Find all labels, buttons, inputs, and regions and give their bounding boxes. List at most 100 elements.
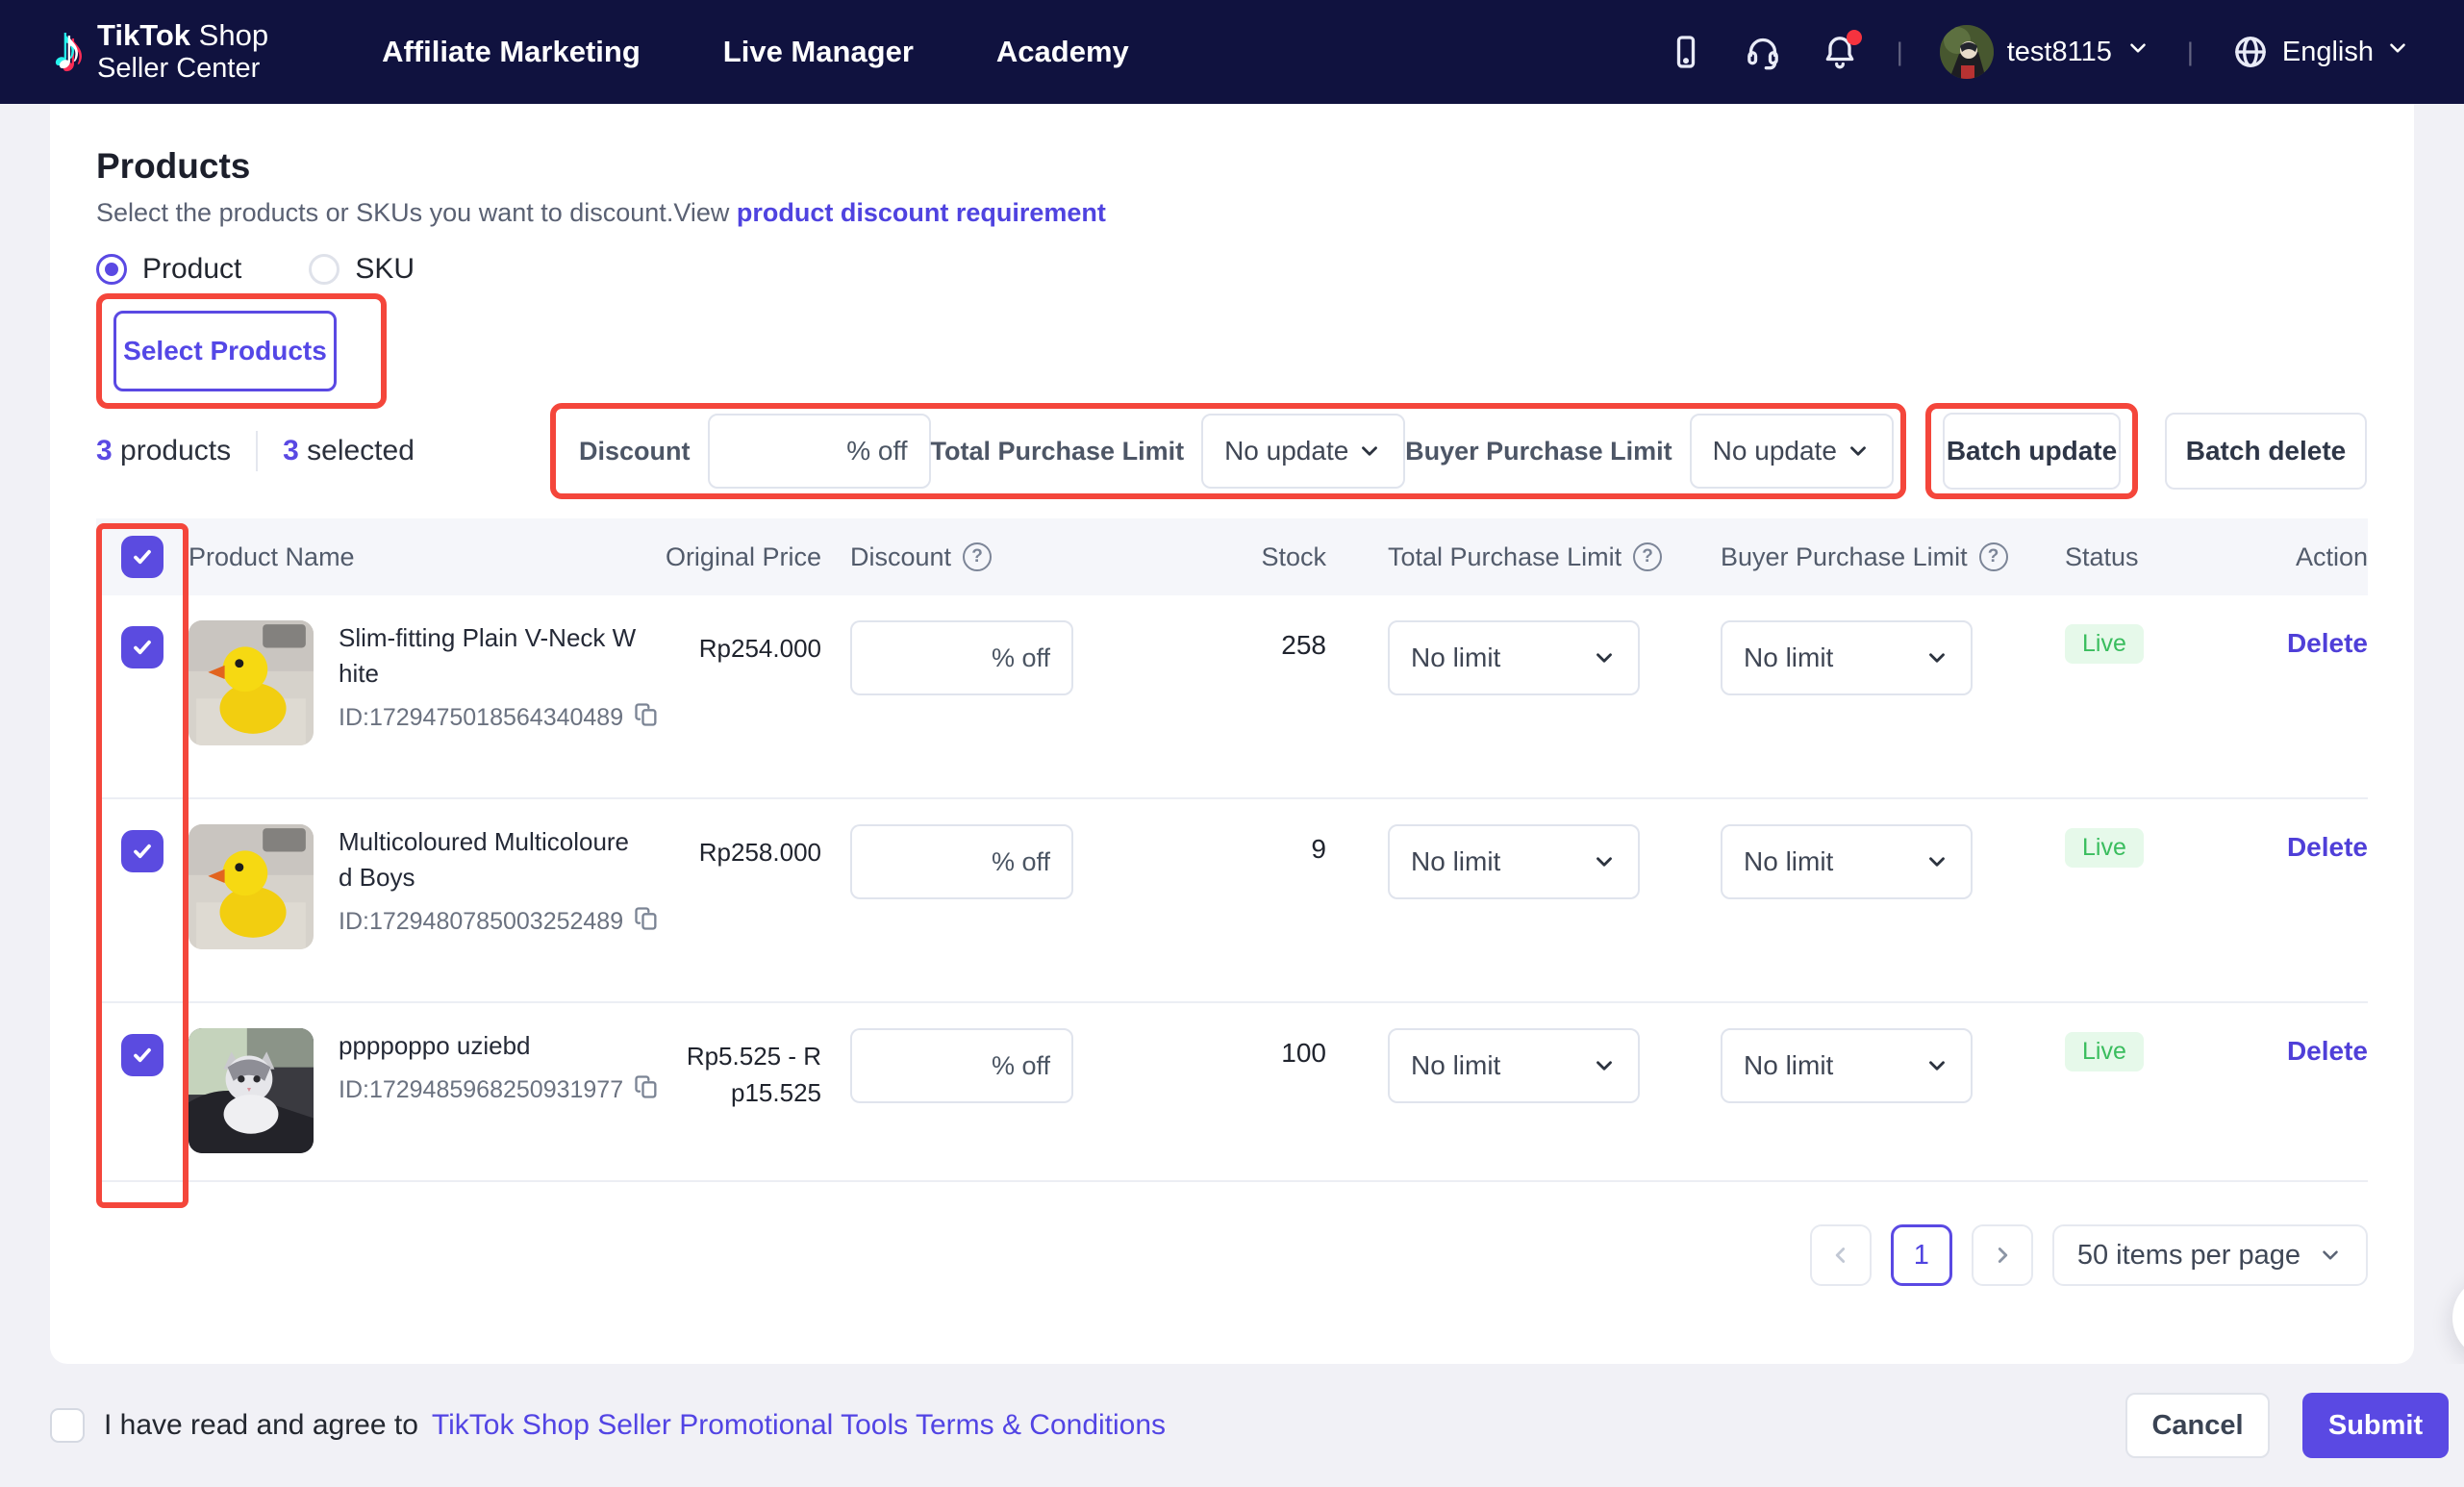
discount-input[interactable]: % off (850, 620, 1073, 695)
header-total-purchase-limit: Total Purchase Limit ? (1326, 542, 1672, 572)
chevron-down-icon (1362, 446, 1377, 456)
check-icon (134, 1047, 151, 1063)
buyer-limit-select[interactable]: No limit (1721, 824, 1973, 899)
copy-icon[interactable] (633, 701, 660, 735)
language-selector[interactable]: English (2230, 32, 2410, 72)
row-checkbox[interactable] (121, 1034, 163, 1076)
bell-icon[interactable] (1820, 30, 1862, 72)
table-header-row: Product Name Original Price Discount ? S… (96, 518, 2368, 595)
product-id: ID:1729475018564340489 (339, 704, 624, 731)
select-products-button[interactable]: Select Products (113, 311, 337, 391)
top-navbar: ♪ TikTok Shop Seller Center Affiliate Ma… (0, 0, 2464, 104)
product-discount-requirement-link[interactable]: product discount requirement (737, 198, 1106, 227)
rubber-duck-photo (189, 824, 314, 949)
chevron-down-icon (1597, 857, 1612, 867)
total-limit-select[interactable]: No limit (1388, 1028, 1640, 1103)
buyer-limit-select[interactable]: No limit (1721, 620, 1973, 695)
help-icon[interactable]: ? (1978, 542, 2008, 571)
header-product-name: Product Name (189, 542, 355, 571)
product-image (189, 1028, 314, 1153)
prev-page-button[interactable] (1809, 1224, 1872, 1286)
batch-discount-input[interactable]: % off (707, 414, 931, 489)
products-count: 3 (96, 435, 113, 466)
table-row: ppppoppo uziebd ID:1729485968250931977 R… (96, 1003, 2368, 1182)
floating-help-widget[interactable] (2452, 1275, 2464, 1360)
nav-item-academy[interactable]: Academy (996, 35, 1129, 69)
mobile-app-icon[interactable] (1666, 32, 1706, 72)
header-original-price: Original Price (665, 542, 821, 571)
page-size-select[interactable]: 50 items per page (2051, 1224, 2368, 1286)
product-name: Slim-fitting Plain V-Neck White (339, 623, 637, 688)
products-table: Product Name Original Price Discount ? S… (96, 518, 2368, 1182)
batch-buyer-limit-select[interactable]: No update (1689, 414, 1894, 489)
globe-icon (2230, 32, 2271, 72)
headset-icon[interactable] (1743, 32, 1783, 72)
product-image (189, 824, 314, 949)
batch-update-button[interactable]: Batch update (1943, 413, 2121, 490)
radio-product[interactable]: Product (96, 253, 241, 286)
terms-and-conditions-link[interactable]: TikTok Shop Seller Promotional Tools Ter… (432, 1409, 1166, 1442)
buyer-purchase-limit-label: Buyer Purchase Limit (1405, 436, 1672, 466)
status-badge: Live (2065, 828, 2144, 868)
nav-item-affiliate-marketing[interactable]: Affiliate Marketing (382, 35, 641, 69)
batch-total-limit-select[interactable]: No update (1201, 414, 1406, 489)
chevron-down-icon (2385, 36, 2410, 68)
language-label: English (2281, 36, 2374, 67)
products-panel: Products Select the products or SKUs you… (50, 104, 2414, 1364)
percent-off-suffix: % off (991, 643, 1050, 672)
next-page-button[interactable] (1971, 1224, 2033, 1286)
stock-value: 258 (1281, 630, 1326, 660)
nav-divider: | (2186, 37, 2194, 66)
percent-off-suffix: % off (991, 1050, 1050, 1080)
logo-subtitle: Seller Center (97, 53, 261, 85)
delete-link[interactable]: Delete (2287, 1036, 2368, 1067)
nav-item-live-manager[interactable]: Live Manager (723, 35, 914, 69)
avatar[interactable] (1939, 25, 1994, 79)
batch-delete-button[interactable]: Batch delete (2165, 413, 2367, 490)
delete-link[interactable]: Delete (2287, 628, 2368, 659)
radio-unselected-icon (309, 254, 340, 285)
annotation-select-products: Select Products (96, 293, 387, 409)
discount-input[interactable]: % off (850, 1028, 1073, 1103)
chevron-down-icon (1929, 653, 1945, 663)
product-id: ID:1729485968250931977 (339, 1076, 624, 1103)
notification-dot (1846, 30, 1862, 45)
current-page-button[interactable]: 1 (1890, 1224, 1952, 1286)
tiktok-shop-logo[interactable]: ♪ TikTok Shop Seller Center (54, 16, 268, 85)
total-limit-select[interactable]: No limit (1388, 620, 1640, 695)
copy-icon[interactable] (633, 905, 660, 939)
cat-photo (189, 1028, 314, 1153)
chevron-down-icon (2125, 36, 2150, 68)
original-price: Rp254.000 (698, 634, 821, 663)
product-image (189, 620, 314, 745)
select-all-checkbox[interactable] (121, 536, 163, 578)
cancel-button[interactable]: Cancel (2125, 1393, 2270, 1458)
annotation-batch-update: Batch update (1925, 403, 2138, 499)
pagination: 1 50 items per page (96, 1224, 2368, 1286)
nav-divider: | (1896, 37, 1903, 66)
tiktok-note-icon: ♪ (54, 16, 84, 83)
table-row: Slim-fitting Plain V-Neck White ID:17294… (96, 595, 2368, 799)
check-icon (134, 640, 151, 655)
chevron-right-icon (1998, 1248, 2008, 1263)
user-menu[interactable]: test8115 (1939, 25, 2150, 79)
header-discount: Discount ? (821, 542, 1168, 572)
counts-divider (256, 431, 259, 471)
row-checkbox[interactable] (121, 830, 163, 872)
percent-off-suffix: % off (991, 846, 1050, 876)
chevron-down-icon (1929, 1061, 1945, 1071)
discount-input[interactable]: % off (850, 824, 1073, 899)
delete-link[interactable]: Delete (2287, 832, 2368, 863)
radio-sku[interactable]: SKU (309, 253, 415, 286)
submit-button[interactable]: Submit (2302, 1393, 2449, 1458)
agreement-checkbox[interactable] (50, 1408, 85, 1443)
help-icon[interactable]: ? (963, 542, 993, 571)
buyer-limit-select[interactable]: No limit (1721, 1028, 1973, 1103)
total-limit-select[interactable]: No limit (1388, 824, 1640, 899)
row-checkbox[interactable] (121, 626, 163, 668)
original-price: Rp5.525 - Rp15.525 (686, 1042, 821, 1107)
chevron-left-icon (1835, 1248, 1845, 1263)
original-price: Rp258.000 (698, 838, 821, 867)
help-icon[interactable]: ? (1633, 542, 1663, 571)
chevron-down-icon (1597, 1061, 1612, 1071)
